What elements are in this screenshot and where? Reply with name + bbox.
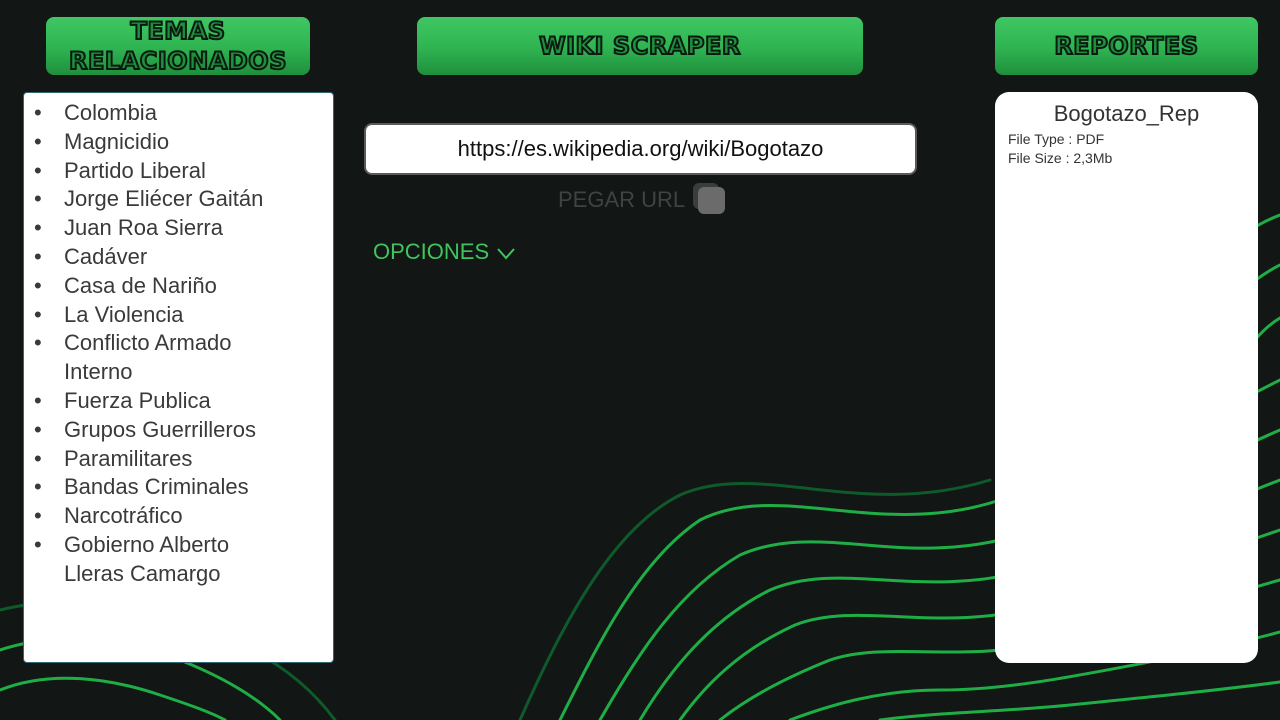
report-file-size: File Size : 2,3Mb: [1008, 150, 1113, 166]
paste-url-toggle[interactable]: [693, 183, 726, 214]
reports-panel: Bogotazo_Rep File Type : PDF File Size :…: [995, 92, 1258, 663]
topic-item[interactable]: Conflicto Armado Interno: [24, 329, 333, 387]
topic-item[interactable]: Magnicidio: [24, 128, 333, 157]
temas-relacionados-button[interactable]: TEMAS RELACIONADOS: [46, 16, 310, 76]
topic-item[interactable]: Paramilitares: [24, 445, 333, 474]
topic-item[interactable]: Partido Liberal: [24, 157, 333, 186]
topic-item[interactable]: Casa de Nariño: [24, 272, 333, 301]
wiki-scraper-button[interactable]: WIKI SCRAPER: [417, 17, 863, 75]
related-topics-panel: ColombiaMagnicidioPartido LiberalJorge E…: [23, 92, 334, 663]
paste-url-label: PEGAR URL: [558, 187, 686, 212]
report-file-type: File Type : PDF: [1008, 131, 1105, 147]
topic-item[interactable]: Fuerza Publica: [24, 387, 333, 416]
url-input[interactable]: https://es.wikipedia.org/wiki/Bogotazo: [364, 123, 917, 175]
topic-item[interactable]: Cadáver: [24, 243, 333, 272]
topic-item[interactable]: La Violencia: [24, 301, 333, 330]
topic-item[interactable]: Colombia: [24, 99, 333, 128]
topic-item[interactable]: Bandas Criminales: [24, 473, 333, 502]
options-label: OPCIONES: [373, 239, 490, 264]
options-dropdown[interactable]: OPCIONES: [373, 239, 515, 265]
related-topics-list: ColombiaMagnicidioPartido LiberalJorge E…: [24, 93, 333, 589]
topic-item[interactable]: Grupos Guerrilleros: [24, 416, 333, 445]
reportes-button[interactable]: REPORTES: [995, 17, 1258, 75]
topic-item[interactable]: Gobierno Alberto Lleras Camargo: [24, 531, 333, 589]
topic-item[interactable]: Narcotráfico: [24, 502, 333, 531]
toggle-knob: [698, 187, 725, 214]
report-title[interactable]: Bogotazo_Rep: [995, 101, 1258, 127]
chevron-down-icon: [497, 247, 515, 260]
topic-item[interactable]: Juan Roa Sierra: [24, 214, 333, 243]
topic-item[interactable]: Jorge Eliécer Gaitán: [24, 185, 333, 214]
